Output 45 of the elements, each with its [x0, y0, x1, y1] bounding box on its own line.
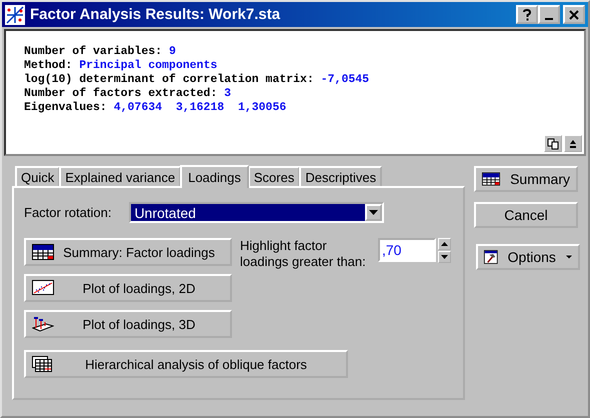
hammer-icon	[484, 248, 498, 266]
close-button[interactable]	[563, 5, 585, 24]
tab[interactable]: Scores	[248, 166, 300, 186]
window-title: Factor Analysis Results: Work7.sta	[30, 6, 282, 23]
copy-icon	[547, 138, 559, 150]
tab[interactable]: Descriptives	[299, 166, 382, 186]
side-button[interactable]: Summary	[474, 166, 578, 192]
tab[interactable]: Loadings	[180, 165, 249, 188]
side-button[interactable]: Cancel	[474, 202, 578, 228]
highlight-label: Highlight factor loadings greater than:	[240, 238, 367, 270]
spin-down-button[interactable]	[438, 251, 451, 263]
panel-button[interactable]: Summary: Factor loadings	[24, 238, 232, 266]
threshold-input[interactable]: ,70	[378, 238, 436, 262]
close-icon	[569, 10, 579, 20]
factor-rotation-label: Factor rotation:	[24, 205, 112, 220]
minimize-icon	[545, 18, 553, 20]
result-line: Number of variables: 9	[24, 45, 177, 59]
help-icon	[522, 8, 532, 20]
copy-button[interactable]	[544, 135, 562, 152]
table-icon	[32, 244, 54, 260]
help-button[interactable]	[516, 5, 538, 24]
app-icon	[5, 4, 25, 24]
scatter-plot-icon	[32, 280, 54, 296]
tab[interactable]: Explained variance	[59, 166, 182, 186]
stacked-tables-icon	[32, 356, 52, 372]
tab[interactable]: Quick	[15, 166, 60, 186]
result-line: Number of factors extracted: 3	[24, 87, 232, 101]
result-line: log(10) determinant of correlation matrix: -7,0545	[24, 73, 370, 87]
caret-icon	[566, 255, 572, 259]
minimize-button[interactable]	[538, 5, 560, 24]
arrow-up-icon	[441, 242, 448, 246]
factor-rotation-dropdown[interactable]: Unrotated	[129, 202, 384, 223]
3d-plot-icon	[32, 316, 54, 332]
result-line: Eigenvalues: 4,07634 3,16218 1,30056	[24, 101, 288, 115]
table-icon	[482, 171, 500, 187]
spin-up-button[interactable]	[438, 238, 451, 250]
hierarchical-analysis-button[interactable]: Hierarchical analysis of oblique factors	[24, 350, 348, 378]
caret-icon	[369, 210, 378, 215]
panel-button[interactable]: Plot of loadings, 3D	[24, 310, 232, 338]
collapse-button[interactable]	[564, 135, 582, 152]
arrow-down-icon	[441, 255, 448, 259]
arrow-up-icon	[569, 138, 577, 148]
side-button[interactable]: Options	[476, 244, 580, 270]
result-line: Method: Principal components	[24, 59, 218, 73]
panel-button[interactable]: Plot of loadings, 2D	[24, 274, 232, 302]
